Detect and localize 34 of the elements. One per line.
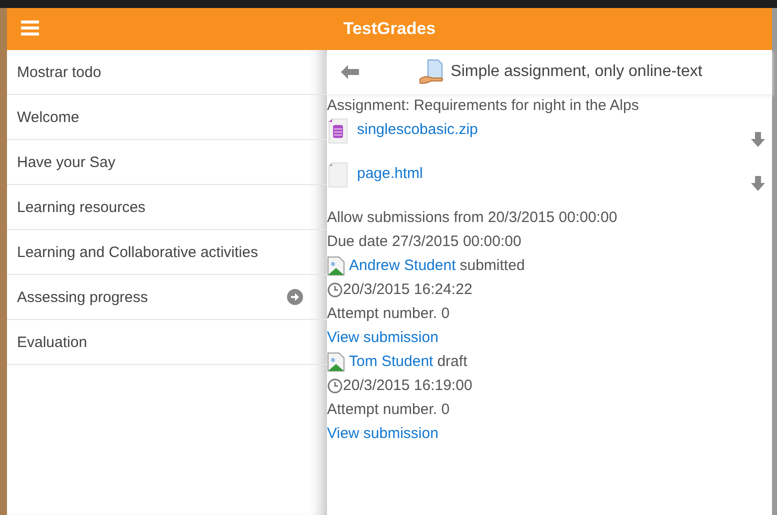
sidebar-item[interactable]: Evaluation <box>7 320 327 365</box>
back-arrow-icon[interactable] <box>341 65 359 79</box>
clock-icon <box>327 282 343 298</box>
file-link[interactable]: singlescobasic.zip <box>357 118 478 142</box>
menu-button[interactable] <box>21 20 39 36</box>
date-text: Due date 27/3/2015 00:00:00 <box>327 232 522 252</box>
submission-time: 20/3/2015 16:24:22 <box>343 280 472 300</box>
app-title: TestGrades <box>343 19 436 39</box>
archive-file-icon <box>327 118 349 144</box>
attempt-text: Attempt number. 0 <box>327 400 451 420</box>
assignment-name: Assignment: Requirements for night in the Alps <box>327 96 640 116</box>
student-link[interactable]: Tom Student <box>349 350 434 374</box>
clock-icon <box>327 378 343 394</box>
sidebar-item[interactable]: Learning and Collaborative activities <box>7 230 327 275</box>
download-icon[interactable] <box>750 176 766 192</box>
submission-status: draft <box>437 352 468 372</box>
view-submission-link[interactable]: View submission <box>327 425 438 442</box>
submission-time: 20/3/2015 16:19:00 <box>343 376 472 396</box>
view-submission-link[interactable]: View submission <box>327 329 438 346</box>
document-file-icon <box>327 162 349 188</box>
date-text: Allow submissions from 20/3/2015 00:00:00 <box>327 208 618 228</box>
attempt-text: Attempt number. 0 <box>327 304 451 324</box>
sidebar-item[interactable]: Learning resources <box>7 185 327 230</box>
file-link[interactable]: page.html <box>357 162 423 186</box>
sidebar-item[interactable]: Assessing progress <box>7 275 327 320</box>
student-link[interactable]: Andrew Student <box>349 254 456 278</box>
sidebar-item[interactable]: Have your Say <box>7 140 327 185</box>
hand-document-icon <box>418 59 445 85</box>
submission-status: submitted <box>460 256 525 276</box>
sidebar-item[interactable]: Mostrar todo <box>7 50 327 95</box>
assignment-title: Simple assignment, only online-text <box>450 63 702 81</box>
arrow-right-icon <box>287 289 303 305</box>
sidebar-item[interactable]: Welcome <box>7 95 327 140</box>
download-icon[interactable] <box>750 132 766 148</box>
